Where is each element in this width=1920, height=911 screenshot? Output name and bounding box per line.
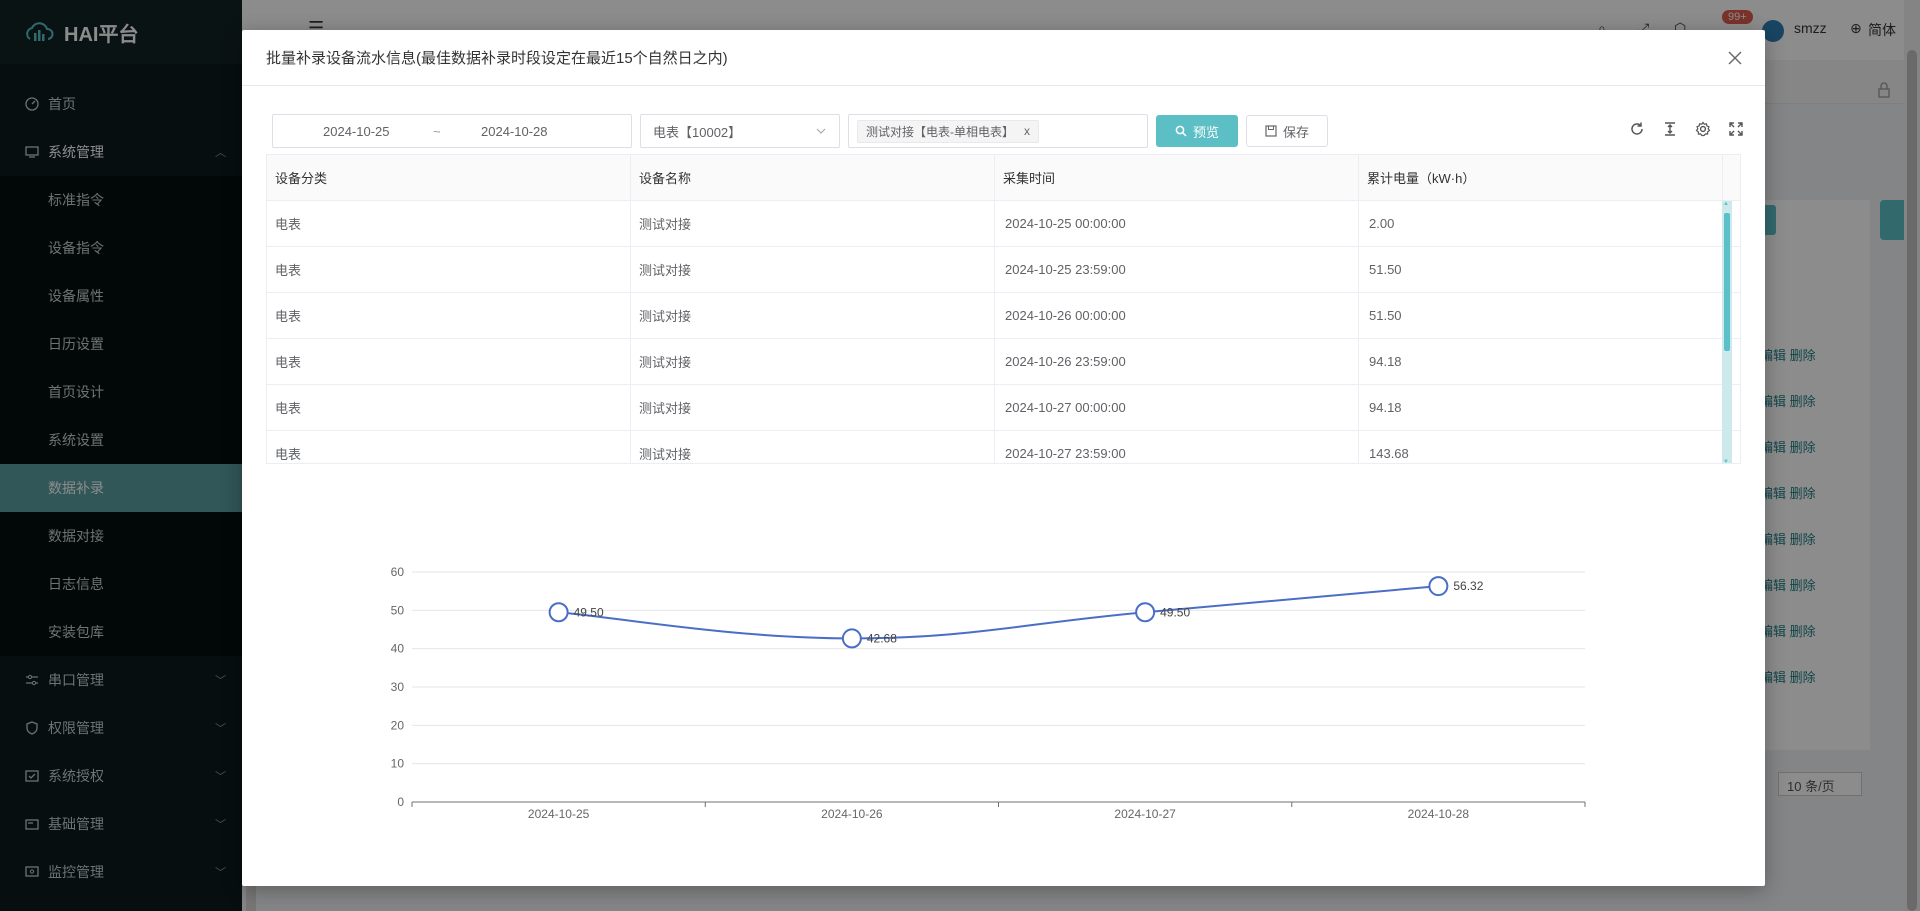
device-select-value: 电表【10002】 [653,124,742,140]
scroll-down-icon[interactable]: ▼ [1723,459,1729,463]
cell-energy: 143.68 [1359,431,1723,463]
column-height-icon[interactable] [1661,120,1679,138]
cell-category: 电表 [267,385,631,430]
cell-device-name: 测试对接 [631,247,995,292]
x-tick-label: 2024-10-27 [1114,807,1176,821]
preview-label: 预览 [1192,124,1219,140]
save-label: 保存 [1282,124,1309,140]
chevron-down-icon [815,125,827,140]
cell-energy: 2.00 [1359,201,1723,246]
selected-device-tag: 测试对接【电表-单相电表】 x [857,119,1039,143]
y-tick-label: 60 [391,565,405,579]
y-tick-label: 30 [391,680,405,694]
column-header-collect-time[interactable]: 采集时间 [995,155,1359,200]
data-point [1135,602,1156,623]
y-tick-label: 40 [391,642,405,656]
settings-icon[interactable] [1694,120,1712,138]
energy-line-chart: 0 10 20 30 40 50 60 2024-10-25 2024-10-26 2024-10… [391,565,1586,821]
data-label: 49.50 [574,605,604,619]
cell-device-name: 测试对接 [631,431,995,463]
series-line [558,585,1439,640]
table-header: 设备分类 设备名称 采集时间 累计电量（kW·h） [267,155,1740,201]
dialog-title: 批量补录设备流水信息(最佳数据补录时段设定在最近15个自然日之内) [266,50,728,67]
cell-energy: 51.50 [1359,247,1723,292]
date-end[interactable]: 2024-10-28 [481,124,548,139]
tag-label: 测试对接【电表-单相电表】 [866,124,1014,139]
dialog-toolbar: 2024-10-25 ~ 2024-10-28 电表【10002】 测试对接【电… [272,114,1745,148]
cell-collect-time: 2024-10-25 00:00:00 [995,201,1359,246]
batch-supplement-dialog: 批量补录设备流水信息(最佳数据补录时段设定在最近15个自然日之内) 2024-1… [242,30,1765,886]
column-header-device-name[interactable]: 设备名称 [631,155,995,200]
table-scrollbar[interactable]: ▲ ▼ [1722,201,1732,463]
table-row[interactable]: 电表 测试对接 2024-10-25 00:00:00 2.00 [267,201,1740,247]
scroll-up-icon[interactable]: ▲ [1723,201,1729,207]
data-label: 42.68 [867,631,897,645]
cell-device-name: 测试对接 [631,201,995,246]
y-tick-label: 10 [391,757,405,771]
date-separator: ~ [433,123,441,139]
cell-energy: 94.18 [1359,339,1723,384]
save-button[interactable]: 保存 [1246,115,1328,147]
date-range-picker[interactable]: 2024-10-25 ~ 2024-10-28 [272,114,632,148]
cell-category: 电表 [267,339,631,384]
cell-collect-time: 2024-10-26 00:00:00 [995,293,1359,338]
close-icon[interactable] [1723,46,1747,70]
data-label: 56.32 [1453,579,1483,593]
cell-energy: 51.50 [1359,293,1723,338]
cell-collect-time: 2024-10-26 23:59:00 [995,339,1359,384]
table-tools [1628,120,1745,138]
table-row[interactable]: 电表 测试对接 2024-10-26 00:00:00 51.50 [267,293,1740,339]
data-label: 49.50 [1160,605,1190,619]
x-tick-label: 2024-10-25 [528,807,590,821]
x-tick-label: 2024-10-26 [821,807,883,821]
save-icon [1265,125,1277,137]
table-row[interactable]: 电表 测试对接 2024-10-26 23:59:00 94.18 [267,339,1740,385]
device-select[interactable]: 电表【10002】 [640,114,840,148]
y-tick-label: 20 [391,718,405,732]
x-tick-label: 2024-10-28 [1408,807,1470,821]
data-point [841,628,862,649]
date-start[interactable]: 2024-10-25 [323,124,390,139]
cell-category: 电表 [267,247,631,292]
data-point [1428,576,1449,597]
device-multi-select[interactable]: 测试对接【电表-单相电表】 x [848,114,1148,148]
table-body: 电表 测试对接 2024-10-25 00:00:00 2.00 电表 测试对接… [267,201,1740,463]
cell-energy: 94.18 [1359,385,1723,430]
cell-category: 电表 [267,293,631,338]
table-row[interactable]: 电表 测试对接 2024-10-25 23:59:00 51.50 [267,247,1740,293]
cell-collect-time: 2024-10-27 23:59:00 [995,431,1359,463]
cell-device-name: 测试对接 [631,293,995,338]
y-tick-label: 50 [391,603,405,617]
dialog-header: 批量补录设备流水信息(最佳数据补录时段设定在最近15个自然日之内) [242,30,1765,86]
preview-button[interactable]: 预览 [1156,115,1238,147]
table-row[interactable]: 电表 测试对接 2024-10-27 00:00:00 94.18 [267,385,1740,431]
cell-category: 电表 [267,431,631,463]
cell-device-name: 测试对接 [631,385,995,430]
cell-collect-time: 2024-10-27 00:00:00 [995,385,1359,430]
data-point [548,602,569,623]
table-row[interactable]: 电表 测试对接 2024-10-27 23:59:00 143.68 [267,431,1740,463]
refresh-icon[interactable] [1628,120,1646,138]
cell-collect-time: 2024-10-25 23:59:00 [995,247,1359,292]
cell-category: 电表 [267,201,631,246]
fullscreen-icon[interactable] [1727,120,1745,138]
y-tick-label: 0 [397,795,404,809]
scroll-thumb[interactable] [1724,213,1730,351]
search-icon [1175,125,1187,137]
column-header-energy[interactable]: 累计电量（kW·h） [1359,155,1723,200]
cell-device-name: 测试对接 [631,339,995,384]
tag-close-icon[interactable]: x [1024,124,1030,138]
preview-table: 设备分类 设备名称 采集时间 累计电量（kW·h） 电表 测试对接 2024-1… [266,154,1741,464]
column-header-category[interactable]: 设备分类 [267,155,631,200]
